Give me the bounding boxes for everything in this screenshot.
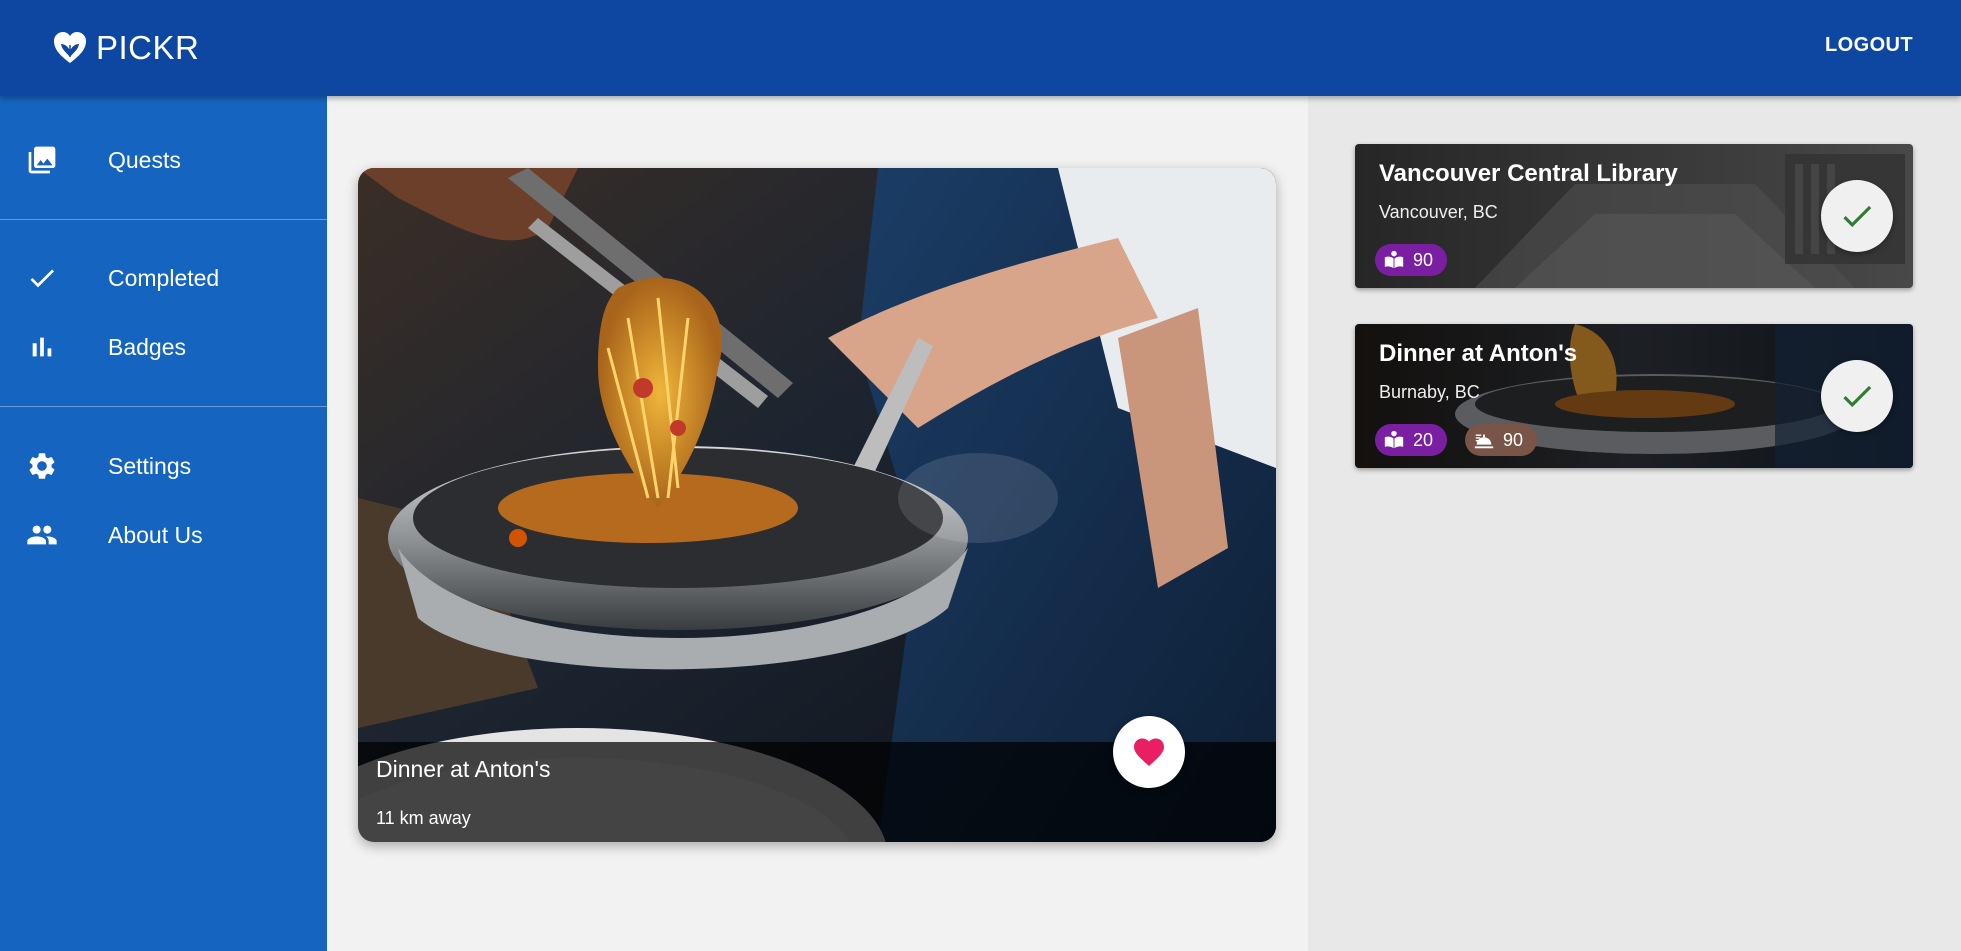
gear-icon <box>26 450 58 482</box>
quest-distance: 11 km away <box>376 808 471 828</box>
check-icon <box>1843 385 1872 408</box>
app-bar: PICKR LOGOUT <box>0 0 1961 96</box>
quest-title: Dinner at Anton's <box>376 756 551 782</box>
completed-check-button[interactable] <box>1821 360 1893 432</box>
people-icon <box>26 519 58 551</box>
photo-library-icon <box>26 144 58 176</box>
sidebar-item-completed[interactable]: Completed <box>0 249 327 307</box>
sidebar-item-badges[interactable]: Badges <box>0 318 327 376</box>
sidebar-item-label: About Us <box>108 521 203 548</box>
sidebar-item-label: Completed <box>108 264 220 291</box>
completed-panel: Vancouver Central Library Vancouver, BC … <box>1308 96 1961 951</box>
sidebar-divider <box>0 406 327 407</box>
badge-chips: 90 <box>1375 244 1448 276</box>
favorite-button[interactable] <box>1113 716 1185 788</box>
badge-chip-value: 90 <box>1413 249 1434 270</box>
sidebar-item-quests[interactable]: Quests <box>0 131 327 189</box>
heart-icon <box>1134 738 1164 767</box>
brand-name: PICKR <box>96 29 200 66</box>
food-icon <box>1474 434 1494 449</box>
badge-chip: 90 <box>1465 424 1538 456</box>
bar-chart-icon <box>26 331 58 363</box>
brand-logo[interactable]: PICKR <box>52 28 199 68</box>
completed-card-location: Burnaby, BC <box>1379 382 1480 402</box>
badge-chip-value: 90 <box>1503 429 1524 450</box>
completed-check-button[interactable] <box>1821 180 1893 252</box>
quest-card[interactable]: Dinner at Anton's 11 km away <box>358 168 1276 842</box>
check-icon <box>1843 205 1872 228</box>
badge-chip: 20 <box>1375 424 1448 456</box>
completed-card-location: Vancouver, BC <box>1379 202 1498 222</box>
book-reader-icon <box>1384 430 1404 449</box>
completed-card[interactable]: Vancouver Central Library Vancouver, BC … <box>1355 144 1913 288</box>
completed-card-title: Vancouver Central Library <box>1379 160 1678 187</box>
sidebar-item-label: Quests <box>108 146 181 173</box>
badge-chip-value: 20 <box>1413 429 1434 450</box>
sidebar-item-about-us[interactable]: About Us <box>0 506 327 564</box>
badge-chip: 90 <box>1375 244 1448 276</box>
book-reader-icon <box>1384 250 1404 269</box>
sidebar: Quests Completed Badges Settings About U… <box>0 96 327 951</box>
sidebar-item-label: Badges <box>108 333 187 360</box>
sidebar-item-label: Settings <box>108 452 192 479</box>
completed-card[interactable]: Dinner at Anton's Burnaby, BC 20 90 <box>1355 324 1913 468</box>
main-content: Dinner at Anton's 11 km away <box>327 96 1308 951</box>
heart-leaf-icon <box>54 32 86 63</box>
check-icon <box>26 262 58 294</box>
sidebar-divider <box>0 219 327 220</box>
logout-button[interactable]: LOGOUT <box>1825 34 1913 57</box>
badge-chips: 20 90 <box>1375 424 1538 456</box>
sidebar-item-settings[interactable]: Settings <box>0 437 327 495</box>
completed-card-title: Dinner at Anton's <box>1379 340 1578 367</box>
